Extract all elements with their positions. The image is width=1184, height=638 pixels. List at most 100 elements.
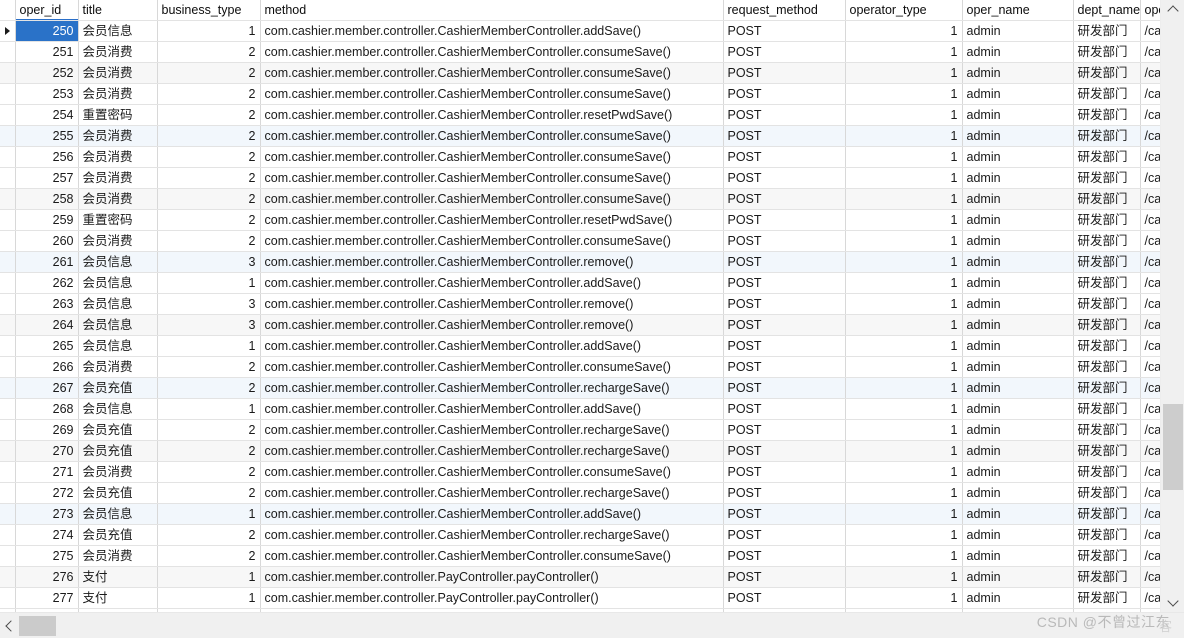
cell-oper_name[interactable]: admin xyxy=(962,42,1073,63)
cell-request_method[interactable]: POST xyxy=(723,546,845,567)
cell-operator_type[interactable]: 1 xyxy=(845,21,962,42)
cell-business_type[interactable]: 3 xyxy=(157,294,260,315)
cell-oper_id[interactable]: 255 xyxy=(15,126,78,147)
cell-oper_name[interactable]: admin xyxy=(962,21,1073,42)
row-marker[interactable] xyxy=(0,84,15,105)
table-row[interactable]: 261会员信息3com.cashier.member.controller.Ca… xyxy=(0,252,1160,273)
cell-method[interactable]: com.cashier.member.controller.CashierMem… xyxy=(260,420,723,441)
cell-oper_name[interactable]: admin xyxy=(962,525,1073,546)
scroll-left-button[interactable] xyxy=(0,613,19,638)
cell-oper_url[interactable]: /cas xyxy=(1140,42,1160,63)
cell-dept_name[interactable]: 研发部门 xyxy=(1073,294,1140,315)
cell-oper_name[interactable]: admin xyxy=(962,357,1073,378)
cell-oper_id[interactable]: 264 xyxy=(15,315,78,336)
table-row[interactable]: 277支付1com.cashier.member.controller.PayC… xyxy=(0,588,1160,609)
cell-request_method[interactable]: POST xyxy=(723,210,845,231)
cell-oper_url[interactable]: /cas xyxy=(1140,21,1160,42)
cell-method[interactable]: com.cashier.member.controller.CashierMem… xyxy=(260,210,723,231)
cell-oper_url[interactable]: /cas xyxy=(1140,546,1160,567)
cell-oper_id[interactable]: 251 xyxy=(15,42,78,63)
column-header-title[interactable]: title xyxy=(78,0,157,21)
vertical-scrollbar[interactable] xyxy=(1160,0,1184,612)
cell-request_method[interactable]: POST xyxy=(723,231,845,252)
column-header-dept_name[interactable]: dept_name xyxy=(1073,0,1140,21)
cell-business_type[interactable]: 2 xyxy=(157,420,260,441)
row-marker[interactable] xyxy=(0,546,15,567)
cell-oper_id[interactable]: 266 xyxy=(15,357,78,378)
cell-method[interactable]: com.cashier.member.controller.CashierMem… xyxy=(260,441,723,462)
cell-dept_name[interactable]: 研发部门 xyxy=(1073,546,1140,567)
cell-oper_id[interactable]: 269 xyxy=(15,420,78,441)
cell-oper_id[interactable]: 260 xyxy=(15,231,78,252)
cell-operator_type[interactable]: 1 xyxy=(845,168,962,189)
cell-dept_name[interactable]: 研发部门 xyxy=(1073,42,1140,63)
cell-dept_name[interactable]: 研发部门 xyxy=(1073,84,1140,105)
cell-oper_url[interactable]: /cas xyxy=(1140,231,1160,252)
row-marker[interactable] xyxy=(0,42,15,63)
table-viewport[interactable]: oper_idtitlebusiness_typemethodrequest_m… xyxy=(0,0,1160,612)
cell-dept_name[interactable]: 研发部门 xyxy=(1073,315,1140,336)
cell-business_type[interactable]: 2 xyxy=(157,462,260,483)
row-marker[interactable] xyxy=(0,336,15,357)
table-row[interactable]: 257会员消费2com.cashier.member.controller.Ca… xyxy=(0,168,1160,189)
cell-oper_id[interactable]: 254 xyxy=(15,105,78,126)
cell-business_type[interactable]: 1 xyxy=(157,21,260,42)
cell-business_type[interactable]: 2 xyxy=(157,441,260,462)
cell-operator_type[interactable]: 1 xyxy=(845,588,962,609)
cell-oper_url[interactable]: /cas xyxy=(1140,147,1160,168)
row-marker[interactable] xyxy=(0,567,15,588)
cell-oper_name[interactable]: admin xyxy=(962,84,1073,105)
cell-oper_url[interactable]: /cas xyxy=(1140,357,1160,378)
cell-oper_url[interactable]: /cas xyxy=(1140,168,1160,189)
cell-business_type[interactable]: 2 xyxy=(157,231,260,252)
cell-dept_name[interactable]: 研发部门 xyxy=(1073,588,1140,609)
cell-business_type[interactable]: 2 xyxy=(157,147,260,168)
row-marker[interactable] xyxy=(0,462,15,483)
cell-dept_name[interactable]: 研发部门 xyxy=(1073,504,1140,525)
cell-operator_type[interactable]: 1 xyxy=(845,147,962,168)
row-marker[interactable] xyxy=(0,504,15,525)
cell-method[interactable]: com.cashier.member.controller.CashierMem… xyxy=(260,63,723,84)
cell-title[interactable]: 会员充值 xyxy=(78,378,157,399)
table-row[interactable]: 253会员消费2com.cashier.member.controller.Ca… xyxy=(0,84,1160,105)
cell-oper_name[interactable]: admin xyxy=(962,168,1073,189)
row-marker[interactable] xyxy=(0,378,15,399)
cell-operator_type[interactable]: 1 xyxy=(845,378,962,399)
cell-title[interactable]: 会员信息 xyxy=(78,21,157,42)
table-row[interactable]: 276支付1com.cashier.member.controller.PayC… xyxy=(0,567,1160,588)
row-marker[interactable] xyxy=(0,147,15,168)
row-marker[interactable] xyxy=(0,252,15,273)
cell-request_method[interactable]: POST xyxy=(723,567,845,588)
cell-business_type[interactable]: 1 xyxy=(157,399,260,420)
cell-oper_id[interactable]: 250 xyxy=(15,21,78,42)
column-header-operator_type[interactable]: operator_type xyxy=(845,0,962,21)
row-marker[interactable] xyxy=(0,357,15,378)
cell-title[interactable]: 会员消费 xyxy=(78,357,157,378)
cell-title[interactable]: 会员消费 xyxy=(78,42,157,63)
cell-oper_id[interactable]: 259 xyxy=(15,210,78,231)
cell-dept_name[interactable]: 研发部门 xyxy=(1073,462,1140,483)
cell-request_method[interactable]: POST xyxy=(723,189,845,210)
cell-operator_type[interactable]: 1 xyxy=(845,483,962,504)
column-header-oper_id[interactable]: oper_id xyxy=(15,0,78,21)
cell-method[interactable]: com.cashier.member.controller.CashierMem… xyxy=(260,105,723,126)
table-row[interactable]: 268会员信息1com.cashier.member.controller.Ca… xyxy=(0,399,1160,420)
cell-dept_name[interactable]: 研发部门 xyxy=(1073,378,1140,399)
cell-request_method[interactable]: POST xyxy=(723,42,845,63)
cell-method[interactable]: com.cashier.member.controller.CashierMem… xyxy=(260,42,723,63)
cell-oper_url[interactable]: /cas xyxy=(1140,63,1160,84)
cell-oper_url[interactable]: /cas xyxy=(1140,273,1160,294)
row-marker[interactable] xyxy=(0,63,15,84)
cell-request_method[interactable]: POST xyxy=(723,504,845,525)
cell-request_method[interactable]: POST xyxy=(723,21,845,42)
column-header-oper_name[interactable]: oper_name xyxy=(962,0,1073,21)
cell-business_type[interactable]: 3 xyxy=(157,252,260,273)
cell-request_method[interactable]: POST xyxy=(723,357,845,378)
cell-title[interactable]: 会员信息 xyxy=(78,273,157,294)
cell-dept_name[interactable]: 研发部门 xyxy=(1073,21,1140,42)
table-row[interactable]: 262会员信息1com.cashier.member.controller.Ca… xyxy=(0,273,1160,294)
row-marker[interactable] xyxy=(0,21,15,42)
cell-operator_type[interactable]: 1 xyxy=(845,189,962,210)
cell-oper_url[interactable]: /cas xyxy=(1140,399,1160,420)
cell-dept_name[interactable]: 研发部门 xyxy=(1073,273,1140,294)
